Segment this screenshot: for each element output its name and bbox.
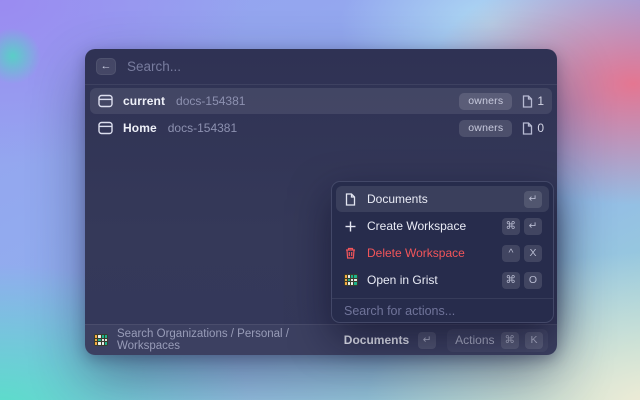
doc-count: 1: [522, 94, 544, 108]
trash-icon: [343, 247, 358, 259]
workspace-list: current docs-154381 owners 1 Home docs-1…: [85, 85, 557, 145]
enter-keycap: ↵: [524, 218, 542, 235]
grist-logo-icon: [343, 274, 358, 286]
status-bar: Search Organizations / Personal / Worksp…: [85, 324, 557, 355]
plus-icon: [343, 221, 358, 232]
list-item-home[interactable]: Home docs-154381 owners 0: [90, 115, 552, 141]
document-icon: [522, 95, 533, 108]
menu-item-label: Documents: [367, 192, 428, 206]
workspace-name: current: [123, 94, 165, 108]
workspace-id: docs-154381: [176, 94, 245, 108]
document-icon: [343, 193, 358, 206]
actions-menu: Documents ↵ Create Workspace ⌘ ↵ Delete …: [331, 181, 554, 323]
search-bar: ←: [85, 49, 557, 84]
workspace-window-icon: [98, 121, 113, 135]
x-keycap: X: [524, 245, 542, 262]
back-arrow-icon: ←: [101, 60, 112, 72]
doc-count: 0: [522, 121, 544, 135]
command-keycap: ⌘: [502, 218, 521, 235]
role-badge: owners: [459, 93, 512, 110]
grist-logo-icon: [94, 334, 108, 346]
menu-item-label: Delete Workspace: [367, 246, 465, 260]
breadcrumb: Search Organizations / Personal / Worksp…: [117, 328, 344, 352]
role-badge: owners: [459, 120, 512, 137]
menu-item-documents[interactable]: Documents ↵: [336, 186, 549, 212]
back-button[interactable]: ←: [96, 58, 116, 75]
workspace-name: Home: [123, 121, 157, 135]
enter-keycap: ↵: [524, 191, 542, 208]
o-keycap: O: [524, 272, 542, 289]
workspace-id: docs-154381: [168, 121, 237, 135]
menu-item-open-in-grist[interactable]: Open in Grist ⌘ O: [336, 267, 549, 293]
actions-button[interactable]: Actions ⌘ K: [447, 329, 548, 352]
search-input[interactable]: [127, 59, 546, 74]
actions-label: Actions: [455, 333, 494, 347]
actions-search-input[interactable]: [344, 304, 541, 318]
command-keycap: ⌘: [501, 332, 520, 349]
enter-keycap: ↵: [418, 332, 436, 349]
command-keycap: ⌘: [502, 272, 521, 289]
list-item-current[interactable]: current docs-154381 owners 1: [90, 88, 552, 114]
workspace-window-icon: [98, 94, 113, 108]
primary-action-label[interactable]: Documents: [344, 333, 409, 347]
menu-item-create-workspace[interactable]: Create Workspace ⌘ ↵: [336, 213, 549, 239]
control-keycap: ^: [502, 245, 520, 262]
document-icon: [522, 122, 533, 135]
k-keycap: K: [525, 332, 543, 349]
menu-item-label: Open in Grist: [367, 273, 438, 287]
menu-item-label: Create Workspace: [367, 219, 466, 233]
menu-item-delete-workspace[interactable]: Delete Workspace ^ X: [336, 240, 549, 266]
